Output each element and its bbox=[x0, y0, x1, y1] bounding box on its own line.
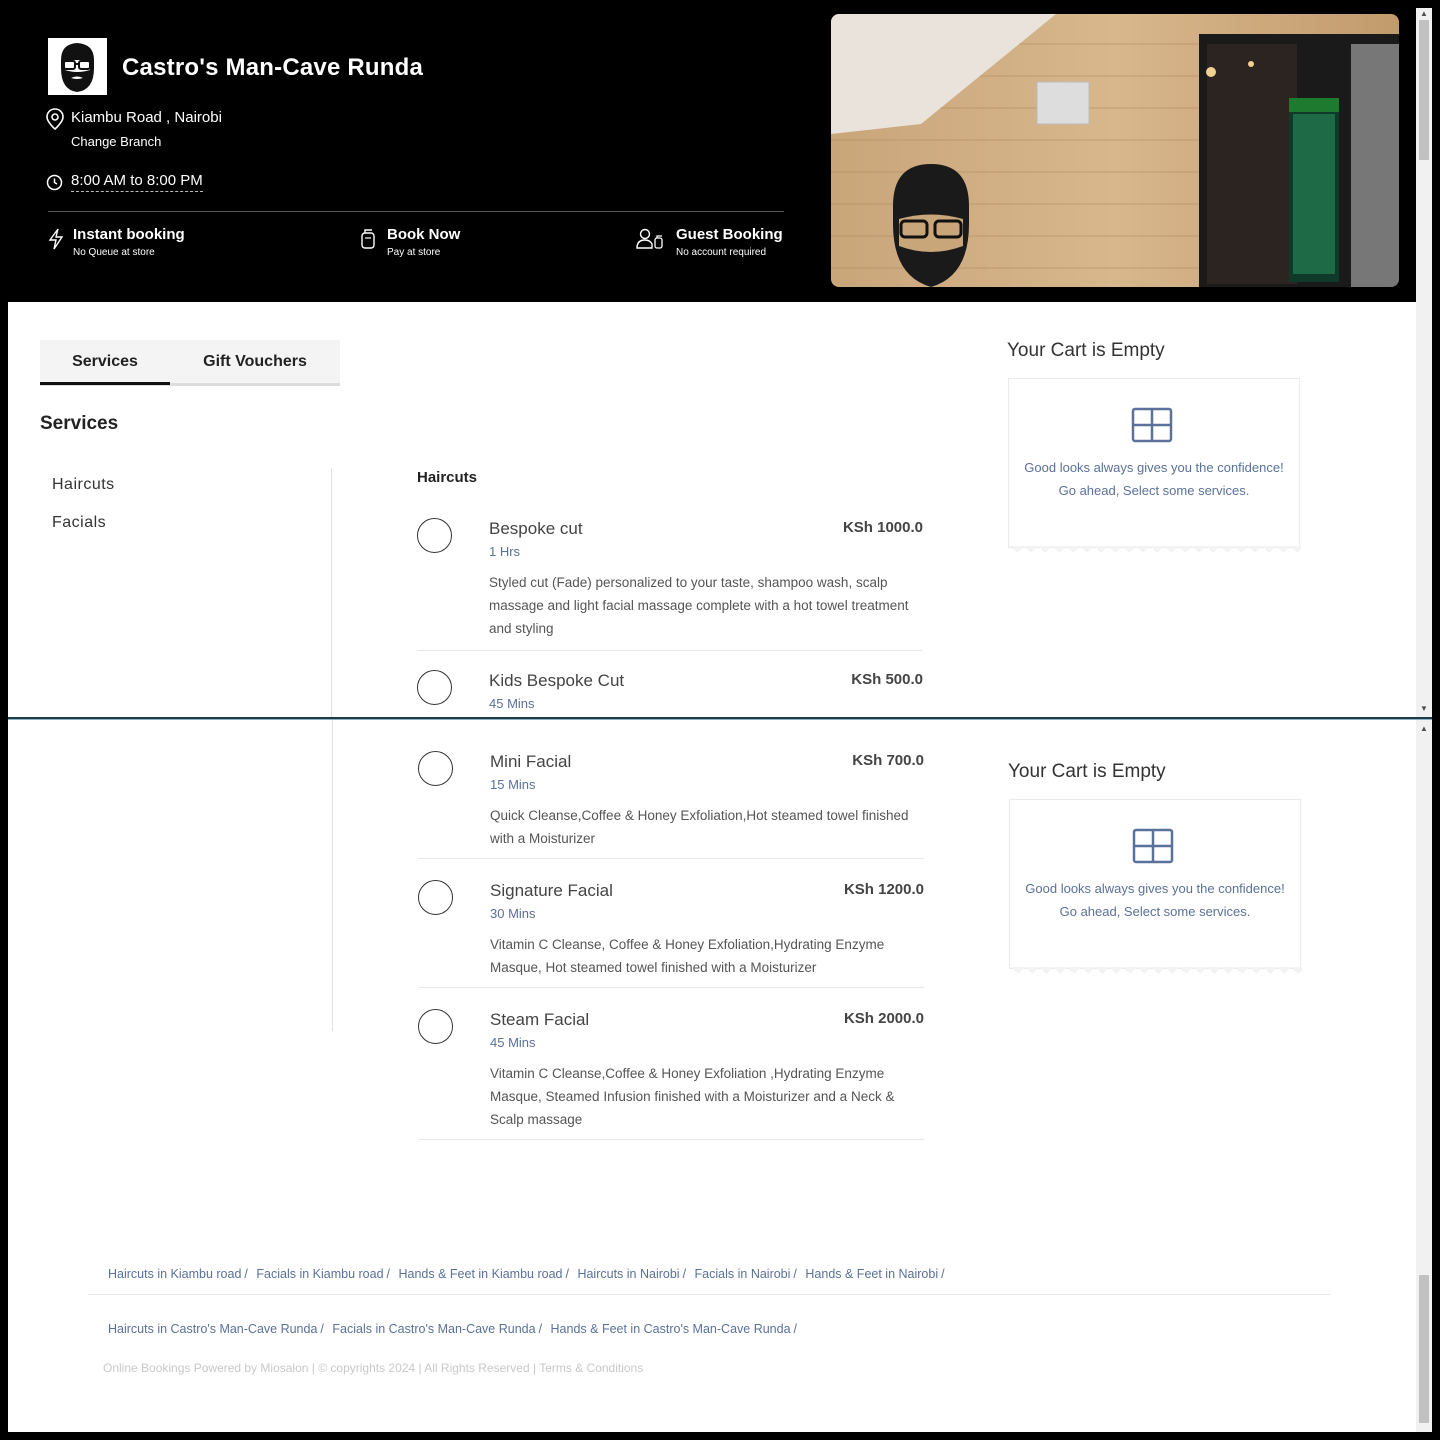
select-radio[interactable] bbox=[417, 518, 452, 553]
header-divider bbox=[48, 211, 784, 212]
service-item[interactable]: Steam Facial KSh 2000.0 45 Mins Vitamin … bbox=[418, 997, 924, 1140]
service-duration: 30 Mins bbox=[490, 906, 536, 921]
scrollbar[interactable]: ▲ ▼ bbox=[1416, 8, 1432, 718]
scroll-thumb[interactable] bbox=[1419, 20, 1429, 160]
scroll-thumb[interactable] bbox=[1419, 1275, 1429, 1423]
service-duration: 45 Mins bbox=[489, 696, 535, 711]
category-facials[interactable]: Facials bbox=[52, 514, 106, 532]
service-description: Quick Cleanse,Coffee & Honey Exfoliation… bbox=[490, 808, 909, 846]
cart-message: Go ahead, Select some services. bbox=[1058, 483, 1250, 498]
category-haircuts[interactable]: Haircuts bbox=[52, 476, 115, 494]
cart-grid-icon bbox=[1131, 407, 1173, 448]
service-name: Mini Facial bbox=[490, 752, 572, 771]
bottom-scroll-pane: Mini Facial KSh 700.0 15 Mins Quick Clea… bbox=[8, 719, 1432, 1432]
feature-book-now: Book Now Pay at store bbox=[360, 226, 460, 258]
service-duration: 15 Mins bbox=[490, 777, 536, 792]
service-item[interactable]: Mini Facial KSh 700.0 15 Mins Quick Clea… bbox=[418, 739, 924, 859]
feature-title: Book Now bbox=[387, 226, 461, 243]
top-scroll-pane: Castro's Man-Cave Runda Kiambu Road , Na… bbox=[8, 8, 1432, 718]
select-radio[interactable] bbox=[417, 670, 452, 705]
copyright-text: Online Bookings Powered by Miosalon | © … bbox=[103, 1361, 644, 1375]
service-price: KSh 700.0 bbox=[852, 752, 924, 769]
change-branch-link[interactable]: Change Branch bbox=[71, 134, 161, 149]
footer-branch-links: Haircuts in Castro's Man-Cave Runda / Fac… bbox=[108, 1322, 798, 1336]
shop-logo bbox=[48, 38, 107, 95]
service-name: Kids Bespoke Cut bbox=[489, 671, 625, 690]
service-description: Styled cut (Fade) personalized to your t… bbox=[489, 575, 909, 636]
service-name: Signature Facial bbox=[490, 881, 613, 900]
feature-guest-booking: Guest Booking No account required bbox=[636, 226, 783, 258]
service-price: KSh 1000.0 bbox=[842, 519, 923, 536]
shop-header: Castro's Man-Cave Runda Kiambu Road , Na… bbox=[8, 8, 1416, 302]
guest-icon bbox=[636, 228, 663, 249]
scroll-down-arrow-icon[interactable]: ▼ bbox=[1420, 705, 1428, 713]
footer-link[interactable]: Hands & Feet in Kiambu road bbox=[399, 1267, 563, 1281]
section-heading-haircuts: Haircuts bbox=[417, 469, 478, 486]
category-divider bbox=[332, 719, 333, 1031]
footer-link[interactable]: Haircuts in Castro's Man-Cave Runda bbox=[108, 1322, 317, 1336]
cart-panel: Good looks always gives you the confiden… bbox=[1009, 799, 1302, 974]
cart-title: Your Cart is Empty bbox=[1007, 340, 1165, 361]
cart-panel: Good looks always gives you the confiden… bbox=[1008, 378, 1301, 553]
service-item[interactable]: Kids Bespoke Cut KSh 500.0 45 Mins bbox=[417, 658, 923, 718]
select-radio[interactable] bbox=[418, 751, 453, 786]
service-price: KSh 1200.0 bbox=[843, 881, 924, 898]
footer-location-links: Haircuts in Kiambu road / Facials in Kiam… bbox=[108, 1267, 945, 1281]
cart-title: Your Cart is Empty bbox=[1008, 761, 1166, 782]
service-item[interactable]: Signature Facial KSh 1200.0 30 Mins Vita… bbox=[418, 868, 924, 988]
service-price: KSh 500.0 bbox=[851, 671, 923, 688]
service-name: Bespoke cut bbox=[489, 519, 583, 538]
select-radio[interactable] bbox=[418, 1009, 453, 1044]
scroll-up-arrow-icon[interactable]: ▲ bbox=[1420, 725, 1428, 733]
screenshot-split bbox=[8, 717, 1432, 720]
feature-instant-booking: Instant booking No Queue at store bbox=[48, 226, 185, 258]
cart-message: Good looks always gives you the confiden… bbox=[1024, 460, 1284, 475]
footer-link[interactable]: Haircuts in Kiambu road bbox=[108, 1267, 241, 1281]
feature-title: Instant booking bbox=[73, 226, 185, 243]
opening-hours[interactable]: 8:00 AM to 8:00 PM bbox=[71, 172, 203, 192]
feature-subtitle: No account required bbox=[676, 247, 767, 258]
footer-divider bbox=[88, 1294, 1330, 1295]
tab-services[interactable]: Services bbox=[40, 340, 170, 385]
feature-subtitle: Pay at store bbox=[387, 247, 441, 258]
shop-interior-photo bbox=[831, 14, 1399, 287]
browser-viewport: Castro's Man-Cave Runda Kiambu Road , Na… bbox=[8, 8, 1432, 1432]
scroll-up-arrow-icon[interactable]: ▲ bbox=[1420, 10, 1428, 18]
service-duration: 1 Hrs bbox=[489, 544, 521, 559]
tab-gift-vouchers[interactable]: Gift Vouchers bbox=[170, 340, 340, 385]
lightning-icon bbox=[48, 228, 64, 250]
location-pin-icon bbox=[46, 108, 64, 135]
footer-link[interactable]: Haircuts in Nairobi bbox=[577, 1267, 679, 1281]
cart-grid-icon bbox=[1132, 828, 1174, 869]
service-price: KSh 2000.0 bbox=[843, 1010, 924, 1027]
category-divider bbox=[331, 468, 332, 718]
service-item[interactable]: Bespoke cut KSh 1000.0 1 Hrs Styled cut … bbox=[417, 506, 923, 651]
footer-link[interactable]: Facials in Nairobi bbox=[695, 1267, 791, 1281]
services-heading: Services bbox=[40, 413, 119, 434]
cart-message: Go ahead, Select some services. bbox=[1059, 904, 1251, 919]
footer-link[interactable]: Facials in Castro's Man-Cave Runda bbox=[332, 1322, 535, 1336]
scrollbar[interactable]: ▲ bbox=[1416, 719, 1432, 1432]
footer-link[interactable]: Hands & Feet in Nairobi bbox=[805, 1267, 938, 1281]
service-name: Steam Facial bbox=[490, 1010, 590, 1029]
footer-link[interactable]: Facials in Kiambu road bbox=[256, 1267, 383, 1281]
service-duration: 45 Mins bbox=[490, 1035, 536, 1050]
cash-icon bbox=[361, 229, 375, 249]
service-description: Vitamin C Cleanse,Coffee & Honey Exfolia… bbox=[490, 1066, 895, 1127]
branch-location: Kiambu Road , Nairobi bbox=[71, 109, 222, 126]
tab-bar: Services Gift Vouchers bbox=[40, 340, 340, 386]
feature-subtitle: No Queue at store bbox=[73, 247, 155, 258]
select-radio[interactable] bbox=[418, 880, 453, 915]
cart-message: Good looks always gives you the confiden… bbox=[1025, 881, 1285, 896]
feature-title: Guest Booking bbox=[676, 226, 783, 243]
clock-icon bbox=[46, 174, 63, 196]
service-description: Vitamin C Cleanse, Coffee & Honey Exfoli… bbox=[490, 937, 885, 975]
shop-name: Castro's Man-Cave Runda bbox=[122, 54, 424, 81]
footer-link[interactable]: Hands & Feet in Castro's Man-Cave Runda bbox=[551, 1322, 791, 1336]
